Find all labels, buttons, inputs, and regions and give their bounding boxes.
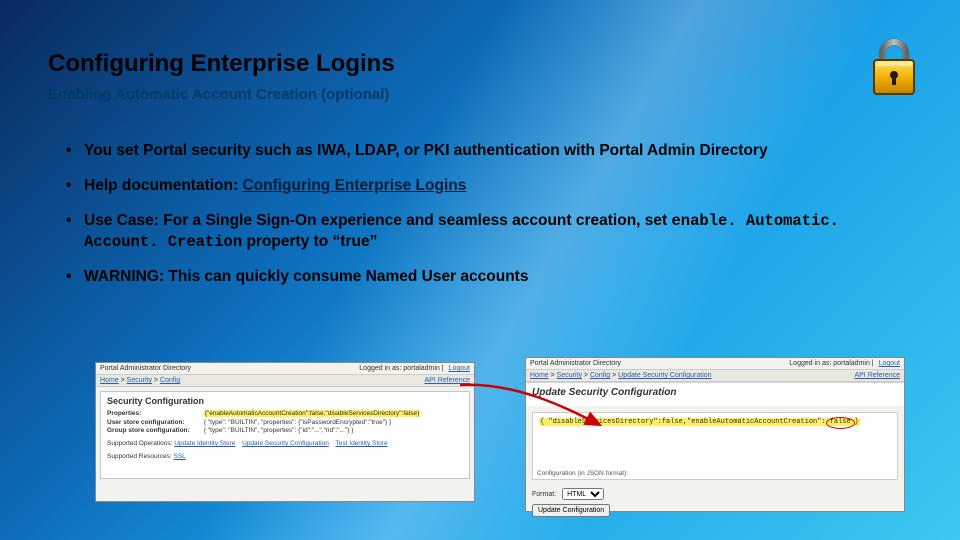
login-status: Logged in as: portaladmin | Logout (359, 365, 470, 372)
op-link-2[interactable]: Update Security Configuration (242, 440, 329, 447)
crumb-home[interactable]: Home (100, 377, 119, 384)
userstore-row: User store configuration: { "type": "BUI… (107, 419, 463, 426)
highlighted-false: false (826, 417, 855, 429)
bullet-3-pre: Use Case: For a Single Sign-On experienc… (84, 212, 672, 229)
logout-link[interactable]: Logout (449, 365, 470, 372)
bullet-2-prefix: Help documentation: (84, 177, 242, 194)
supported-ops: Supported Operations: Update Identity St… (107, 440, 463, 447)
crumb-security[interactable]: Security (557, 372, 582, 379)
format-select[interactable]: HTML (562, 488, 604, 500)
bullet-1: You set Portal security such as IWA, LDA… (66, 141, 902, 162)
screenshot-row: Portal Administrator Directory Logged in… (95, 362, 905, 512)
logout-link[interactable]: Logout (879, 360, 900, 367)
screenshot-security-config: Portal Administrator Directory Logged in… (95, 362, 475, 502)
bullet-3: Use Case: For a Single Sign-On experienc… (66, 211, 902, 253)
json-textarea[interactable]: { "disableServicesDirectory":false,"enab… (532, 412, 898, 480)
bullet-2: Help documentation: Configuring Enterpri… (66, 176, 902, 197)
groupstore-row: Group store configuration: { "type": "BU… (107, 427, 463, 434)
screenshot-update-config: Portal Administrator Directory Logged in… (525, 357, 905, 512)
panel-title: Update Security Configuration (532, 387, 898, 398)
shot-header: Portal Administrator Directory Logged in… (96, 363, 474, 375)
crumb-config[interactable]: Config (590, 372, 610, 379)
format-label: Format: (532, 491, 556, 498)
bullet-3-post: property to “true” (242, 233, 377, 250)
window-title: Portal Administrator Directory (100, 365, 191, 372)
crumb-update[interactable]: Update Security Configuration (618, 372, 711, 379)
crumb-security[interactable]: Security (127, 377, 152, 384)
breadcrumb: Home > Security > Config API Reference (96, 375, 474, 387)
panel-title: Security Configuration (107, 396, 463, 406)
login-status: Logged in as: portaladmin | Logout (789, 360, 900, 367)
slide: Configuring Enterprise Logins Enabling A… (0, 0, 960, 540)
page-subtitle: Enabling Automatic Account Creation (opt… (48, 86, 912, 103)
config-panel: Security Configuration Properties: {"ena… (100, 391, 470, 479)
update-panel: Update Security Configuration (526, 382, 904, 406)
update-config-button[interactable]: Update Configuration (532, 504, 610, 517)
lock-icon (870, 38, 918, 98)
op-link-3[interactable]: Test Identity Store (336, 440, 388, 447)
crumb-config[interactable]: Config (160, 377, 180, 384)
bullet-4: WARNING: This can quickly consume Named … (66, 267, 902, 288)
properties-row: Properties: {"enableAutomaticAccountCrea… (107, 410, 463, 417)
json-content: { "disableServicesDirectory":false,"enab… (539, 418, 860, 426)
shot-header: Portal Administrator Directory Logged in… (526, 358, 904, 370)
api-ref-link[interactable]: API Reference (854, 372, 900, 379)
window-title: Portal Administrator Directory (530, 360, 621, 367)
crumb-home[interactable]: Home (530, 372, 549, 379)
bullet-list: You set Portal security such as IWA, LDA… (48, 141, 912, 288)
supported-resources: Supported Resources: SSL (107, 453, 463, 460)
op-link-1[interactable]: Update Identity Store (174, 440, 235, 447)
breadcrumb: Home > Security > Config > Update Securi… (526, 370, 904, 382)
page-title: Configuring Enterprise Logins (48, 50, 912, 78)
config-label: Configuration (in JSON format): (537, 470, 628, 477)
help-doc-link[interactable]: Configuring Enterprise Logins (242, 177, 466, 194)
format-row: Format: HTML (526, 486, 904, 502)
api-ref-link[interactable]: API Reference (424, 377, 470, 384)
res-link-1[interactable]: SSL (174, 453, 186, 460)
